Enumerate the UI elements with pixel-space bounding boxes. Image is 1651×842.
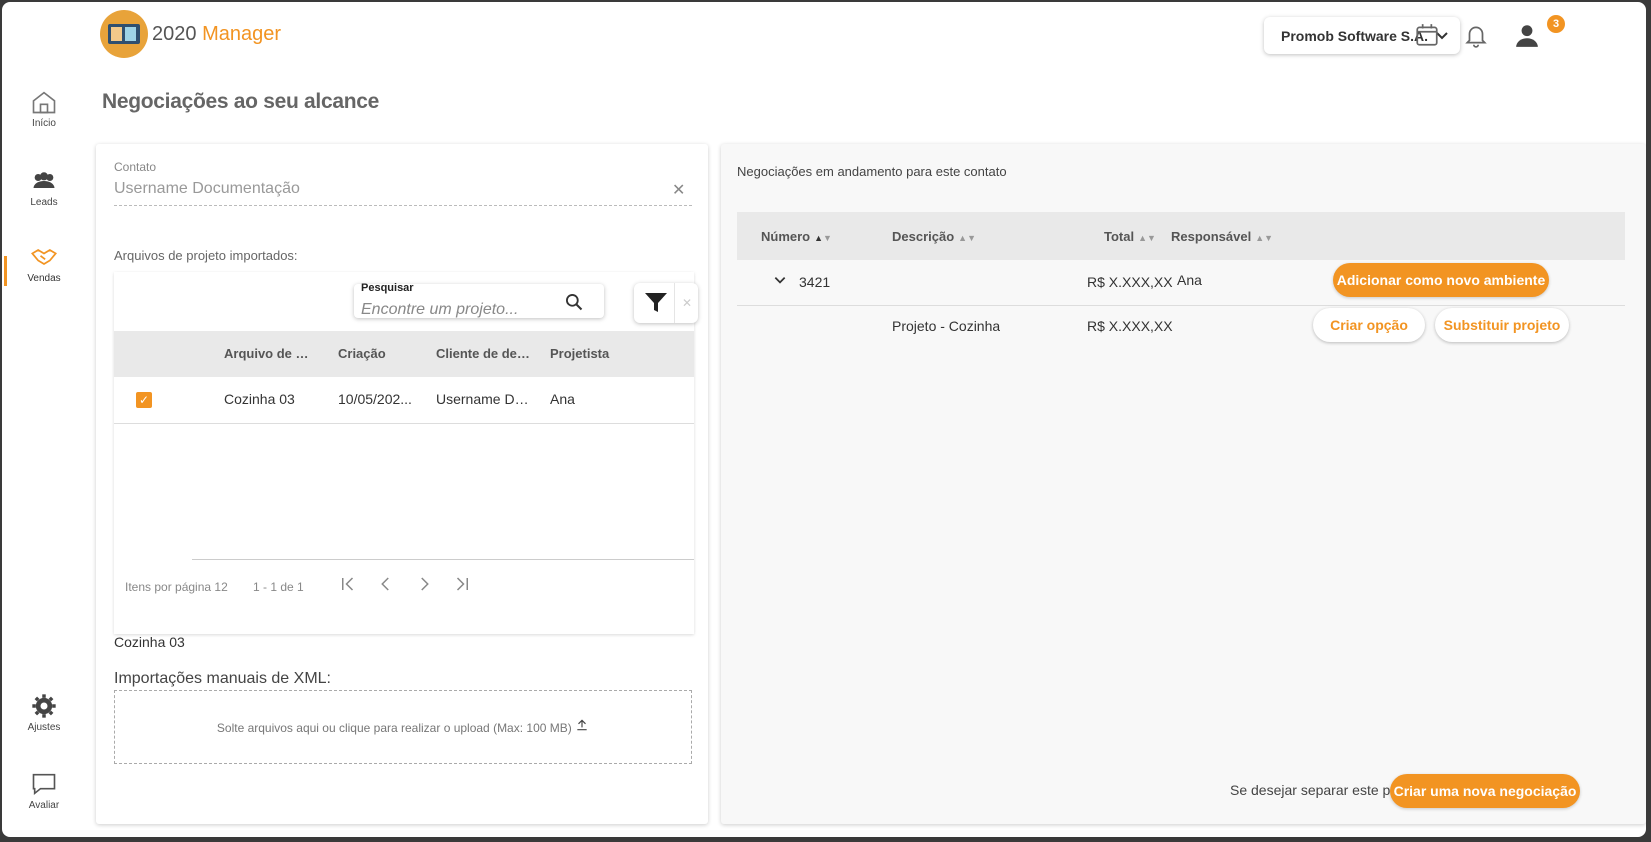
- negotiation-number: 3421: [799, 274, 831, 290]
- sidebar-item-leads[interactable]: Leads: [12, 167, 76, 208]
- cell-client: Username Do...: [436, 391, 531, 407]
- divider: [192, 559, 694, 560]
- expand-chevron-icon[interactable]: [773, 273, 787, 290]
- contact-panel: Contato Username Documentação ✕ Arquivos…: [96, 144, 708, 824]
- selected-project-name: Cozinha 03: [114, 634, 185, 650]
- column-header[interactable]: Cliente de desi...: [436, 346, 531, 361]
- upload-icon: [575, 719, 589, 735]
- next-page-icon[interactable]: [412, 575, 436, 599]
- row-checkbox[interactable]: ✓: [136, 392, 152, 408]
- page-title: Negociações ao seu alcance: [102, 90, 380, 113]
- project-files-grid: Pesquisar Encontre um projeto... ✕ Arqui…: [114, 272, 698, 634]
- people-icon: [30, 167, 58, 195]
- column-header[interactable]: Projetista: [550, 346, 630, 361]
- negotiation-row[interactable]: 3421 R$ X.XXX,XX Ana Adicionar como novo…: [737, 260, 1625, 306]
- sidebar-item-label: Leads: [30, 197, 58, 208]
- project-description: Projeto - Cozinha: [892, 318, 1001, 334]
- column-header[interactable]: Arquivo de orç...: [224, 346, 314, 361]
- sidebar-item-vendas[interactable]: Vendas: [12, 243, 76, 284]
- bell-icon[interactable]: [1463, 22, 1491, 50]
- column-header-description[interactable]: Descrição ▲▼: [892, 229, 976, 244]
- xml-import-label: Importações manuais de XML:: [114, 670, 331, 687]
- user-avatar-icon[interactable]: [1514, 22, 1542, 50]
- sidebar-item-label: Vendas: [27, 273, 61, 284]
- items-per-page[interactable]: Itens por página 12: [125, 580, 228, 594]
- upload-dropzone[interactable]: Solte arquivos aqui ou clique para reali…: [114, 690, 692, 764]
- notification-badge: 3: [1547, 15, 1565, 33]
- sidebar-item-ajustes[interactable]: Ajustes: [12, 692, 76, 733]
- search-icon[interactable]: [564, 292, 584, 312]
- filter-icon: [644, 292, 668, 314]
- table-row[interactable]: ✓ Cozinha 03 10/05/202... Username Do...…: [114, 377, 694, 424]
- column-header-number[interactable]: Número ▲▼: [761, 229, 832, 244]
- search-label: Pesquisar: [361, 282, 414, 294]
- contact-input[interactable]: Username Documentação: [114, 180, 300, 198]
- negotiation-total: R$ X.XXX,XX: [1087, 274, 1173, 290]
- contact-underline: [114, 205, 692, 206]
- chat-icon: [30, 770, 58, 798]
- sidebar-item-label: Avaliar: [28, 800, 60, 811]
- negotiations-heading: Negociações em andamento para este conta…: [737, 164, 1007, 179]
- project-row[interactable]: Projeto - Cozinha R$ X.XXX,XX Criar opçã…: [737, 305, 1625, 350]
- project-total: R$ X.XXX,XX: [1087, 318, 1173, 334]
- house-icon: [30, 88, 58, 116]
- active-indicator: [4, 256, 7, 286]
- create-option-button[interactable]: Criar opção: [1313, 308, 1425, 342]
- sidebar-item-inicio[interactable]: Início: [12, 88, 76, 129]
- cell-designer: Ana: [550, 391, 575, 407]
- app-logo[interactable]: 2020 Manager: [100, 10, 281, 58]
- handshake-icon: [30, 243, 58, 271]
- dropzone-text: Solte arquivos aqui ou clique para reali…: [216, 721, 572, 735]
- negotiations-table-header: Número ▲▼ Descrição ▲▼ Total ▲▼ Responsável…: [737, 212, 1625, 260]
- column-header[interactable]: Criação: [338, 346, 418, 361]
- prev-page-icon[interactable]: [374, 575, 398, 599]
- files-label: Arquivos de projeto importados:: [114, 248, 298, 263]
- negotiation-responsible: Ana: [1177, 272, 1202, 288]
- cell-file: Cozinha 03: [224, 391, 295, 407]
- contact-label: Contato: [114, 160, 157, 174]
- company-name: Promob Software S.A.: [1281, 27, 1429, 44]
- clear-icon[interactable]: ✕: [672, 180, 685, 200]
- logo-text: 2020 Manager: [152, 22, 281, 45]
- calendar-icon[interactable]: [1414, 22, 1442, 50]
- last-page-icon[interactable]: [450, 575, 474, 599]
- add-new-environment-button[interactable]: Adicionar como novo ambiente: [1333, 263, 1549, 297]
- logo-icon: [100, 10, 148, 58]
- app-window: 2020 Manager Promob Software S.A. 3 Iníc…: [2, 2, 1646, 837]
- negotiations-panel: Negociações em andamento para este conta…: [721, 144, 1646, 824]
- first-page-icon[interactable]: [336, 575, 360, 599]
- sidebar-item-label: Início: [32, 118, 56, 129]
- column-header-total[interactable]: Total ▲▼: [1104, 229, 1156, 244]
- column-header-responsible[interactable]: Responsável ▲▼: [1171, 229, 1273, 244]
- clear-filter-icon[interactable]: ✕: [674, 283, 699, 323]
- replace-project-button[interactable]: Substituir projeto: [1435, 308, 1569, 342]
- page-range: 1 - 1 de 1: [253, 580, 304, 594]
- sidebar-item-avaliar[interactable]: Avaliar: [12, 770, 76, 811]
- table-header: Arquivo de orç... Criação Cliente de des…: [114, 331, 694, 377]
- search-input[interactable]: Encontre um projeto...: [361, 301, 518, 319]
- new-negotiation-button[interactable]: Criar uma nova negociação: [1390, 774, 1580, 808]
- filter-button[interactable]: ✕: [634, 283, 698, 323]
- sidebar-item-label: Ajustes: [27, 722, 61, 733]
- search-field[interactable]: Pesquisar Encontre um projeto...: [354, 282, 604, 319]
- cell-created: 10/05/202...: [338, 391, 412, 407]
- gear-icon: [30, 692, 58, 720]
